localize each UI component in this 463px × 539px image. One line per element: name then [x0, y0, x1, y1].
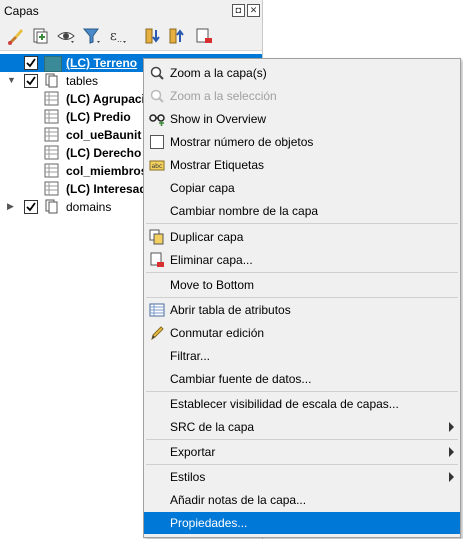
layer-context-menu: Zoom a la capa(s) Zoom a la selección Sh…: [143, 58, 461, 538]
table-icon: [44, 181, 59, 196]
menu-item-rename-layer[interactable]: Cambiar nombre de la capa: [144, 200, 460, 222]
menu-item-zoom-to-selection[interactable]: Zoom a la selección: [144, 85, 460, 107]
panel-titlebar: Capas ◘ ✕: [0, 0, 262, 22]
menu-item-label: Duplicar capa: [170, 230, 244, 244]
layer-label: (LC) Terreno: [66, 56, 138, 70]
layers-toolbar: ε..: [0, 22, 262, 51]
pencil-icon: [149, 325, 165, 341]
menu-item-scale-visibility[interactable]: Establecer visibilidad de escala de capa…: [144, 393, 460, 415]
group-label: tables: [66, 74, 99, 88]
menu-item-duplicate-layer[interactable]: Duplicar capa: [144, 226, 460, 248]
expression-icon[interactable]: ε..: [108, 26, 128, 46]
remove-layer-icon[interactable]: [194, 26, 214, 46]
menu-item-label: Mostrar número de objetos: [170, 135, 314, 149]
menu-item-open-attribute-table[interactable]: Abrir tabla de atributos: [144, 299, 460, 321]
menu-separator: [146, 272, 458, 273]
menu-item-label: Zoom a la selección: [170, 89, 277, 103]
menu-item-copy-layer[interactable]: Copiar capa: [144, 177, 460, 199]
menu-item-show-feature-count[interactable]: Mostrar número de objetos: [144, 131, 460, 153]
collapse-arrow-icon[interactable]: ▶: [7, 202, 15, 211]
menu-item-label: Abrir tabla de atributos: [170, 303, 291, 317]
eye-icon[interactable]: [56, 26, 76, 46]
menu-item-label: Exportar: [170, 445, 216, 459]
menu-item-label: SRC de la capa: [170, 420, 255, 434]
layer-label: (LC) Derecho: [66, 146, 142, 160]
menu-separator: [146, 464, 458, 465]
menu-item-export[interactable]: Exportar: [144, 441, 460, 463]
menu-item-label: Añadir notas de la capa...: [170, 493, 307, 507]
float-panel-button[interactable]: ◘: [232, 4, 245, 17]
overview-glasses-icon: [149, 111, 165, 127]
menu-item-label: Zoom a la capa(s): [170, 66, 267, 80]
layer-label: (LC) Interesado: [66, 182, 155, 196]
menu-item-label: Eliminar capa...: [170, 253, 253, 267]
menu-item-add-layer-notes[interactable]: Añadir notas de la capa...: [144, 489, 460, 511]
menu-item-label: Cambiar nombre de la capa: [170, 204, 319, 218]
duplicate-layer-icon: [149, 229, 165, 245]
remove-layer-icon: [149, 252, 165, 268]
group-visibility-checkbox[interactable]: [24, 74, 38, 88]
menu-item-label: Filtrar...: [170, 349, 211, 363]
layer-label: col_ueBaunit: [66, 128, 142, 142]
menu-separator: [146, 391, 458, 392]
attribute-table-icon: [149, 302, 165, 318]
menu-item-remove-layer[interactable]: Eliminar capa...: [144, 249, 460, 271]
menu-item-label: Show in Overview: [170, 112, 267, 126]
table-icon: [44, 163, 59, 178]
polygon-layer-swatch: [44, 56, 62, 72]
style-manager-icon[interactable]: [6, 26, 26, 46]
layer-group-icon: [44, 199, 59, 214]
feature-count-checkbox[interactable]: [150, 135, 164, 149]
layer-label: (LC) Predio: [66, 110, 131, 124]
table-icon: [44, 91, 59, 106]
table-icon: [44, 145, 59, 160]
menu-item-change-data-source[interactable]: Cambiar fuente de datos...: [144, 368, 460, 390]
add-group-icon[interactable]: [30, 26, 50, 46]
svg-text:abc: abc: [152, 163, 163, 170]
menu-item-label: Propiedades...: [170, 516, 248, 530]
menu-item-toggle-editing[interactable]: Conmutar edición: [144, 322, 460, 344]
group-visibility-checkbox[interactable]: [24, 200, 38, 214]
menu-item-move-to-bottom[interactable]: Move to Bottom: [144, 274, 460, 296]
menu-item-label: Estilos: [170, 470, 206, 484]
group-label: domains: [66, 200, 112, 214]
layer-visibility-checkbox[interactable]: [24, 56, 38, 70]
layer-label: col_miembros: [66, 164, 148, 178]
menu-item-properties[interactable]: Propiedades...: [144, 512, 460, 534]
submenu-arrow-icon: [449, 472, 454, 482]
submenu-arrow-icon: [449, 447, 454, 457]
menu-item-show-in-overview[interactable]: Show in Overview: [144, 108, 460, 130]
menu-item-label: Copiar capa: [170, 181, 235, 195]
menu-item-label: Establecer visibilidad de escala de capa…: [170, 397, 399, 411]
collapse-all-icon[interactable]: [168, 26, 188, 46]
expand-all-icon[interactable]: [144, 26, 164, 46]
layer-group-icon: [44, 73, 59, 88]
menu-item-label: Mostrar Etiquetas: [170, 158, 265, 172]
menu-separator: [146, 297, 458, 298]
menu-item-label: Conmutar edición: [170, 326, 265, 340]
close-panel-button[interactable]: ✕: [247, 4, 260, 17]
menu-separator: [146, 223, 458, 224]
filter-icon[interactable]: [82, 26, 102, 46]
panel-title: Capas: [4, 4, 39, 18]
table-icon: [44, 127, 59, 142]
svg-text:..: ..: [117, 35, 122, 44]
menu-item-label: Cambiar fuente de datos...: [170, 372, 312, 386]
menu-item-zoom-to-layer[interactable]: Zoom a la capa(s): [144, 62, 460, 84]
zoom-selection-icon: [149, 88, 165, 104]
menu-item-filter[interactable]: Filtrar...: [144, 345, 460, 367]
menu-separator: [146, 439, 458, 440]
menu-item-styles[interactable]: Estilos: [144, 466, 460, 488]
submenu-arrow-icon: [449, 422, 454, 432]
table-icon: [44, 109, 59, 124]
expand-arrow-icon[interactable]: ▼: [7, 76, 16, 85]
menu-item-show-labels[interactable]: abc Mostrar Etiquetas: [144, 154, 460, 176]
zoom-icon: [149, 65, 165, 81]
menu-item-layer-crs[interactable]: SRC de la capa: [144, 416, 460, 438]
menu-item-label: Move to Bottom: [170, 278, 255, 292]
svg-text:ε: ε: [110, 29, 117, 44]
labels-icon: abc: [149, 157, 165, 173]
